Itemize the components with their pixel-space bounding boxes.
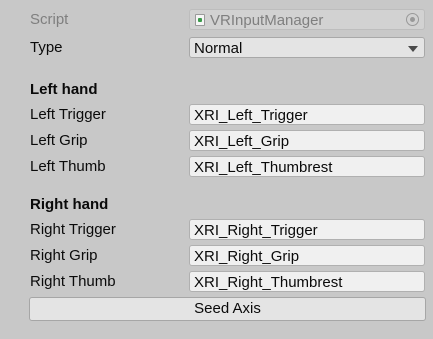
object-picker-icon[interactable] xyxy=(406,13,419,26)
right-trigger-label: Right Trigger xyxy=(30,221,116,238)
left-trigger-label: Left Trigger xyxy=(30,106,106,123)
inspector-panel: Script VRInputManager Type Normal Left h… xyxy=(0,0,433,339)
left-thumb-input[interactable]: XRI_Left_Thumbrest xyxy=(189,156,425,177)
left-trigger-input[interactable]: XRI_Left_Trigger xyxy=(189,104,425,125)
script-file-icon xyxy=(195,14,205,26)
right-grip-input[interactable]: XRI_Right_Grip xyxy=(189,245,425,266)
right-trigger-input[interactable]: XRI_Right_Trigger xyxy=(189,219,425,240)
right-thumb-label: Right Thumb xyxy=(30,273,116,290)
left-hand-header: Left hand xyxy=(30,81,98,98)
right-grip-label: Right Grip xyxy=(30,247,98,264)
left-grip-row: Left Grip XRI_Left_Grip xyxy=(0,129,433,153)
script-value: VRInputManager xyxy=(210,12,324,29)
right-thumb-input[interactable]: XRI_Right_Thumbrest xyxy=(189,271,425,292)
left-grip-input[interactable]: XRI_Left_Grip xyxy=(189,130,425,151)
left-trigger-row: Left Trigger XRI_Left_Trigger xyxy=(0,103,433,127)
script-row: Script VRInputManager xyxy=(0,8,433,32)
left-thumb-row: Left Thumb XRI_Left_Thumbrest xyxy=(0,155,433,179)
right-grip-row: Right Grip XRI_Right_Grip xyxy=(0,244,433,268)
type-label: Type xyxy=(30,39,63,56)
type-dropdown[interactable]: Normal xyxy=(189,37,425,58)
right-trigger-row: Right Trigger XRI_Right_Trigger xyxy=(0,218,433,242)
left-thumb-label: Left Thumb xyxy=(30,158,106,175)
type-value: Normal xyxy=(194,40,243,57)
left-grip-label: Left Grip xyxy=(30,132,88,149)
right-thumb-row: Right Thumb XRI_Right_Thumbrest xyxy=(0,270,433,294)
type-row: Type Normal xyxy=(0,36,433,60)
script-label: Script xyxy=(30,11,69,28)
script-field[interactable]: VRInputManager xyxy=(189,9,425,30)
chevron-down-icon xyxy=(408,46,418,52)
seed-axis-button[interactable]: Seed Axis xyxy=(29,297,426,321)
right-hand-header: Right hand xyxy=(30,196,109,213)
